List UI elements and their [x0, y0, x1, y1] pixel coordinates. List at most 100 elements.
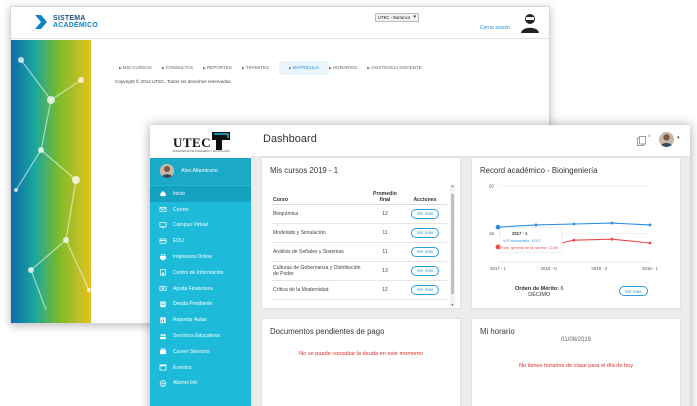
- legacy-menu-label: REPORTES: [206, 65, 232, 70]
- course-actions-cell: Ver más: [403, 261, 447, 281]
- series-point-1: [534, 223, 538, 227]
- legacy-menu-item[interactable]: ▶ TRÁMITES: [242, 61, 279, 75]
- sidebar-item-label: Career Services: [173, 348, 210, 355]
- sidebar-item-campus-virtual[interactable]: Campus Virtual: [150, 218, 251, 234]
- y-tick-label: 20: [489, 184, 495, 189]
- legacy-menu-item[interactable]: ▶ REPORTES: [203, 61, 242, 75]
- x-tick-label: 2018 - 2: [591, 266, 608, 271]
- merit-value: 6: [560, 286, 564, 292]
- notifications-count: 0: [648, 133, 651, 138]
- tooltip-title: 2017 - 1: [512, 231, 528, 236]
- report-icon: [160, 317, 166, 323]
- header-avatar[interactable]: [659, 132, 674, 147]
- course-name: Crítica de la Modernidad: [271, 280, 367, 300]
- monitor-icon: [159, 222, 167, 229]
- user-photo-icon: [659, 132, 674, 147]
- mail-icon: [159, 207, 167, 213]
- sidebar-item-edu[interactable]: EDU: [150, 233, 251, 249]
- record-ver-mas-button[interactable]: Ver más: [619, 286, 648, 296]
- record-title: Record académico - Bioingeniería: [480, 166, 598, 175]
- user-avatar-icon[interactable]: [519, 11, 541, 33]
- sidebar-item-alumni-intl[interactable]: Alumni Intl: [150, 376, 251, 392]
- legacy-menu-item[interactable]: ▶ ASISTENCIA DOCENTE: [367, 61, 432, 75]
- sidebar-item-centro-de-informaci-n[interactable]: Centro de Información: [150, 265, 251, 281]
- course-name: Bioquímica: [271, 204, 367, 224]
- sidebar-item-ayuda-financiera[interactable]: Ayuda Financiera: [150, 281, 251, 297]
- sidebar-avatar: [160, 164, 174, 178]
- x-tick-label: 2018 - 0: [541, 266, 558, 271]
- legacy-menu-item[interactable]: ▶ HORARIOS: [329, 61, 367, 75]
- sidebar-item-impresora-online[interactable]: Impresora Online: [150, 249, 251, 265]
- top-header: Dashboard 0 ▾: [251, 125, 690, 157]
- legacy-menu-label: MATRÍCULA: [292, 65, 319, 70]
- course-average: 12: [367, 280, 403, 300]
- legacy-menu-item[interactable]: ▶ CONSULTAS: [162, 61, 203, 75]
- sidebar-item-label: EDU: [173, 238, 184, 245]
- course-ver-mas-button[interactable]: Ver más: [410, 208, 440, 219]
- course-ver-mas-button[interactable]: Ver más: [410, 265, 440, 276]
- legacy-menu-label: ASISTENCIA DOCENTE: [371, 65, 422, 70]
- sidebar-item-correo[interactable]: Correo: [150, 202, 251, 218]
- courses-title: Mis cursos 2019 - 1: [270, 166, 339, 175]
- money-icon: [159, 286, 167, 291]
- legacy-menu: ▶ MIS CURSOS ▶ CONSULTAS ▶ REPORTES ▶ TRÁMI…: [119, 61, 432, 75]
- sidebar-item-reportar-aulas[interactable]: Reportar Aulas: [150, 312, 251, 328]
- course-average: 11: [367, 242, 403, 262]
- campus-select[interactable]: UTEC - Barranco: [375, 13, 419, 22]
- legacy-menu-item[interactable]: ▶ MATRÍCULA: [279, 61, 329, 75]
- legacy-logo-text: SISTEMA ACADÉMICO: [53, 15, 98, 29]
- sidebar-user[interactable]: Alex Altamirano: [150, 158, 251, 185]
- courses-card: Mis cursos 2019 - 1 Curso Promedio final…: [261, 157, 461, 309]
- screenshot-stage: SISTEMA ACADÉMICO UTEC - Barranco Cerrar…: [0, 0, 697, 406]
- sidebar-item-inicio[interactable]: Inicio: [150, 186, 251, 202]
- calendar-icon: [159, 364, 167, 371]
- schedule-title: Mi horario: [480, 327, 515, 336]
- series-point-2: [610, 237, 614, 241]
- brand-logo: UTEC UNIVERSIDAD DE INGENIERÍA Y TECNOLO…: [150, 125, 251, 158]
- scroll-up-icon[interactable]: ▲: [450, 184, 455, 188]
- course-row: Crítica de la Modernidad 12 Ver más: [271, 280, 447, 300]
- legacy-menu-label: MIS CURSOS: [122, 65, 152, 70]
- merit-rank: DÉCIMO: [528, 292, 551, 298]
- home-icon: [160, 191, 166, 197]
- sidebar-item-label: Campus Virtual: [173, 222, 208, 229]
- course-average: 11: [367, 223, 403, 243]
- course-row: Bioquímica 12 Ver más: [271, 204, 447, 224]
- scroll-down-icon[interactable]: ▼: [450, 303, 455, 307]
- sidebar-item-servicios-educativos[interactable]: Servicios Educativos: [150, 328, 251, 344]
- course-ver-mas-button[interactable]: Ver más: [410, 246, 440, 257]
- sidebar-item-career-services[interactable]: Career Services: [150, 344, 251, 360]
- sidebar-item-label: Eventos: [173, 364, 192, 371]
- notifications-icon[interactable]: [637, 136, 646, 146]
- x-tick-label: 2017 - 1: [490, 266, 507, 271]
- user-menu-caret-icon[interactable]: ▾: [677, 135, 680, 141]
- academic-record-card: Record académico - Bioingeniería 15 20 201…: [471, 157, 681, 309]
- course-name: Modelado y Simulación: [271, 223, 367, 243]
- legacy-menu-item[interactable]: ▶ MIS CURSOS: [119, 61, 162, 75]
- legacy-topbar: SISTEMA ACADÉMICO UTEC - Barranco Cerrar…: [11, 7, 549, 39]
- legacy-decorative-sidebar: [11, 40, 91, 323]
- sidebar-item-eventos[interactable]: Eventos: [150, 360, 251, 376]
- network-graphic: [14, 57, 91, 311]
- sidebar-user-name: Alex Altamirano: [181, 168, 218, 174]
- record-line-chart: 15 20 2017 - 1 2018 - 0 2018 - 2 2019 - 1 2017…: [489, 184, 658, 271]
- logo-chevron-icon: [35, 15, 47, 29]
- copyright-text: Copyright © 2014 UTEC. Todos los derecho…: [115, 79, 231, 84]
- courses-scrollbar[interactable]: ▲ ▼: [450, 184, 455, 307]
- sidebar-item-label: Servicios Educativos: [173, 333, 220, 340]
- merit-block: Orden de Mérito: 6 DÉCIMO: [515, 286, 564, 298]
- series-point-1: [610, 221, 614, 225]
- legacy-menu-label: CONSULTAS: [165, 65, 194, 70]
- main-content: Dashboard 0 ▾ Mis cursos 2019 - 1 Curso …: [251, 125, 690, 406]
- course-ver-mas-button[interactable]: Ver más: [410, 284, 440, 295]
- sidebar-item-label: Deuda Pendiente: [173, 301, 213, 308]
- brand-name: UTEC: [173, 135, 212, 150]
- tooltip-line-1: Vi P.acumulado: 15.67: [503, 239, 541, 243]
- course-actions-cell: Ver más: [403, 204, 447, 224]
- course-ver-mas-button[interactable]: Ver más: [410, 227, 440, 238]
- logout-link[interactable]: Cerrar sesión: [480, 25, 510, 31]
- scroll-thumb[interactable]: [451, 194, 454, 294]
- sidebar-item-label: Ayuda Financiera: [173, 285, 213, 292]
- sidebar-item-deuda-pendiente[interactable]: Deuda Pendiente: [150, 297, 251, 313]
- courses-table: Curso Promedio final Acciones Bioquímica…: [271, 183, 447, 300]
